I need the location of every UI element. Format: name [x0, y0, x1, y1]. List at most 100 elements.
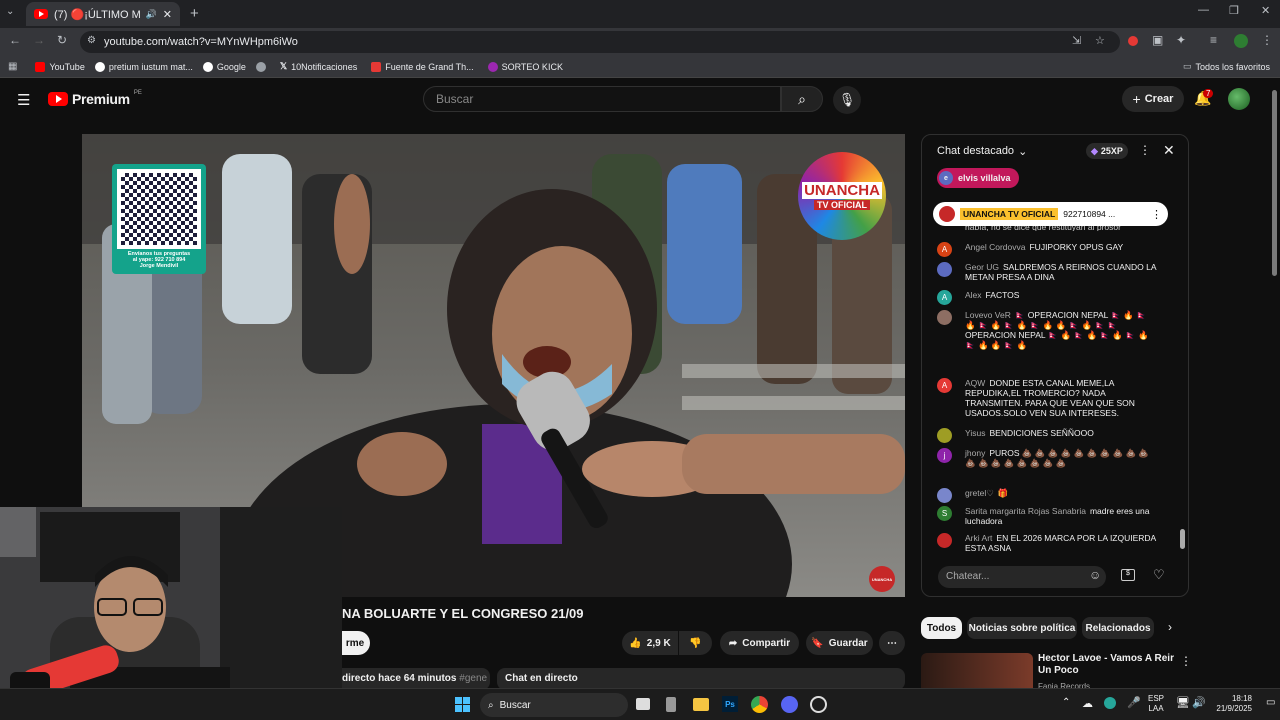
- xp-badge[interactable]: ◆ 25XP: [1086, 143, 1128, 159]
- chip-politica[interactable]: Noticias sobre política: [967, 617, 1077, 639]
- windows-start-icon[interactable]: [455, 697, 470, 712]
- browser-tab[interactable]: (7) 🔴¡ÚLTIMO MINUTO! M 🔊 ✕: [26, 2, 180, 26]
- chat-mode-selector[interactable]: Chat destacado ⌄: [937, 145, 1027, 158]
- notification-center-icon[interactable]: ▭: [1266, 697, 1275, 708]
- bookmark-2[interactable]: Google: [202, 61, 246, 72]
- search-button[interactable]: ⌕: [781, 86, 823, 112]
- chat-avatar[interactable]: A: [937, 242, 952, 257]
- taskbar-search[interactable]: ⌕ Buscar: [480, 693, 628, 717]
- pinned-more-icon[interactable]: ⋮: [1151, 208, 1162, 221]
- address-bar[interactable]: ⚙ youtube.com/watch?v=MYnWHpm6iWo ⇲ ☆: [80, 31, 1120, 53]
- file-explorer-icon[interactable]: [693, 698, 709, 711]
- chat-avatar[interactable]: [937, 310, 952, 325]
- share-button[interactable]: ➦ Compartir: [720, 631, 799, 655]
- create-button[interactable]: + Crear: [1122, 86, 1184, 112]
- language-indicator[interactable]: ESP LAA: [1148, 694, 1164, 714]
- chat-author[interactable]: jhony: [965, 448, 985, 458]
- install-icon[interactable]: ⇲: [1072, 34, 1081, 47]
- chat-message[interactable]: j jhony PUROS 💩 💩 💩 💩 💩 💩 💩 💩 💩 💩 💩 💩 💩 💩 …: [937, 448, 1157, 468]
- chat-input[interactable]: Chatear...: [938, 566, 1106, 588]
- chrome-menu-icon[interactable]: ⋮: [1261, 33, 1273, 47]
- chat-more-icon[interactable]: ⋮: [1139, 143, 1151, 157]
- more-actions-button[interactable]: ⋯: [879, 631, 905, 655]
- chat-message[interactable]: gretel♡ 🎁: [937, 488, 1157, 503]
- chrome-taskbar-icon[interactable]: [751, 696, 768, 713]
- chat-avatar[interactable]: S: [937, 506, 952, 521]
- chip-todos[interactable]: Todos: [921, 617, 962, 639]
- like-button[interactable]: 👍 2,9 K: [622, 631, 678, 655]
- search-input[interactable]: Buscar: [423, 86, 781, 112]
- photoshop-icon[interactable]: Ps: [722, 696, 738, 712]
- chat-author[interactable]: gretel♡: [965, 488, 994, 498]
- bookmark-star-icon[interactable]: ☆: [1095, 34, 1105, 47]
- chat-avatar[interactable]: [937, 488, 952, 503]
- emoji-icon[interactable]: ☺: [1089, 568, 1101, 582]
- chat-avatar[interactable]: [937, 533, 952, 548]
- onedrive-icon[interactable]: ☁: [1082, 697, 1093, 710]
- extension-icon[interactable]: ▣: [1152, 33, 1163, 47]
- super-chat-icon[interactable]: $: [1121, 569, 1135, 581]
- all-favorites[interactable]: ▭ Todos los favoritos: [1183, 61, 1270, 72]
- chat-author[interactable]: Angel Cordovva: [965, 242, 1025, 252]
- chat-author[interactable]: AQW: [965, 378, 985, 388]
- clock[interactable]: 18:18 21/9/2025: [1212, 694, 1252, 714]
- bookmark-1[interactable]: pretium iustum mat...: [94, 61, 193, 72]
- app-icon[interactable]: [666, 697, 676, 712]
- extension-record-icon[interactable]: [1128, 36, 1138, 46]
- chat-message[interactable]: S Sarita margarita Rojas Sanabria madre er…: [937, 506, 1157, 526]
- network-icon[interactable]: 🖥: [1176, 696, 1190, 709]
- chat-message[interactable]: A Alex FACTOS: [937, 290, 1157, 305]
- save-button[interactable]: 🔖 Guardar: [806, 631, 873, 655]
- chat-avatar[interactable]: j: [937, 448, 952, 463]
- related-title[interactable]: Hector Lavoe - Vamos A Reir Un Poco: [1038, 653, 1178, 677]
- chat-message[interactable]: A AQW DONDE ESTA CANAL MEME,LA REPUDIKA,EL…: [937, 378, 1157, 418]
- restore-button[interactable]: ❐: [1229, 4, 1239, 17]
- chat-close-icon[interactable]: ✕: [1163, 142, 1175, 159]
- chat-author[interactable]: Alex: [965, 290, 982, 300]
- new-tab-button[interactable]: +: [190, 5, 199, 22]
- site-info-icon[interactable]: ⚙: [87, 35, 96, 46]
- chat-author[interactable]: Geor UG: [965, 262, 999, 272]
- app-icon-red[interactable]: [810, 696, 827, 713]
- volume-icon[interactable]: 🔊: [1192, 696, 1206, 709]
- chat-message[interactable]: Geor UG SALDREMOS A REIRNOS CUANDO LA MET…: [937, 262, 1157, 282]
- tab-close-icon[interactable]: ✕: [163, 8, 172, 21]
- chat-message[interactable]: A Angel Cordovva FUJIPORKY OPUS GAY: [937, 242, 1157, 257]
- related-thumbnail[interactable]: [921, 653, 1033, 688]
- bookmark-0[interactable]: YouTube: [35, 61, 85, 72]
- chat-replay-box[interactable]: Chat en directo: [497, 668, 905, 690]
- discord-icon[interactable]: [781, 696, 798, 713]
- apps-grid-icon[interactable]: ▦: [8, 61, 17, 72]
- tab-list-button[interactable]: ⌄: [6, 6, 14, 17]
- puzzle-extensions-icon[interactable]: ✦: [1176, 33, 1186, 47]
- chat-scrollbar[interactable]: [1180, 529, 1185, 549]
- voice-search-button[interactable]: 🎙: [833, 86, 861, 114]
- forward-arrow-icon[interactable]: →: [33, 33, 45, 47]
- youtube-logo[interactable]: Premium PE: [48, 90, 142, 107]
- chips-next-icon[interactable]: ›: [1168, 620, 1172, 634]
- hamburger-menu-icon[interactable]: ☰: [17, 91, 30, 109]
- chat-avatar[interactable]: [937, 428, 952, 443]
- task-view-icon[interactable]: [636, 698, 650, 710]
- chat-avatar[interactable]: A: [937, 290, 952, 305]
- related-more-icon[interactable]: ⋮: [1180, 654, 1192, 668]
- chat-message[interactable]: Yisus BENDICIONES SEÑÑOOO: [937, 428, 1157, 443]
- tray-app-icon[interactable]: [1104, 697, 1116, 709]
- back-arrow-icon[interactable]: ←: [9, 33, 21, 47]
- chat-avatar[interactable]: A: [937, 378, 952, 393]
- dislike-button[interactable]: 👎: [679, 631, 712, 655]
- profile-avatar[interactable]: [1234, 34, 1248, 48]
- bookmark-5[interactable]: Fuente de Grand Th...: [371, 61, 474, 72]
- bookmark-4[interactable]: 𝕏 10Notificaciones: [280, 61, 357, 72]
- tray-mic-icon[interactable]: 🎤: [1127, 696, 1141, 709]
- chat-message[interactable]: Arki Art EN EL 2026 MARCA POR LA IZQUIERD…: [937, 533, 1157, 553]
- live-tag[interactable]: #gene: [459, 673, 487, 684]
- chat-message[interactable]: Lovevo VeR 🇳🇵 OPERACION NEPAL 🇳🇵 🔥 🇳🇵 🔥 🇳…: [937, 310, 1157, 350]
- pinned-user-chip[interactable]: e elvis villalva: [937, 168, 1019, 188]
- tray-chevron-icon[interactable]: ⌃: [1062, 697, 1070, 708]
- reading-list-icon[interactable]: ≡: [1210, 33, 1217, 47]
- bookmark-6[interactable]: SORTEO KICK: [487, 61, 563, 72]
- chat-author[interactable]: Sarita margarita Rojas Sanabria: [965, 506, 1086, 516]
- bookmark-3[interactable]: [255, 61, 270, 72]
- description-box[interactable]: directo hace 64 minutos #gene: [330, 668, 490, 690]
